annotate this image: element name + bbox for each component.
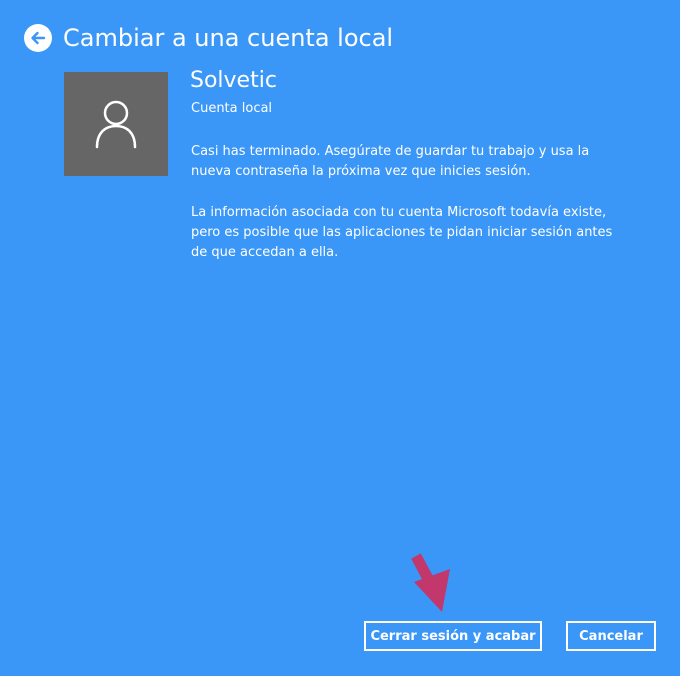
avatar xyxy=(64,72,168,176)
cancel-button[interactable]: Cancelar xyxy=(566,621,656,651)
back-arrow-icon xyxy=(31,31,46,45)
user-name: Solvetic xyxy=(190,68,277,93)
microsoft-account-info: La información asociada con tu cuenta Mi… xyxy=(191,205,613,260)
pointer-arrow-icon xyxy=(406,552,454,616)
page-title: Cambiar a una cuenta local xyxy=(63,24,394,52)
back-button[interactable] xyxy=(24,24,52,52)
account-type: Cuenta local xyxy=(191,101,273,116)
user-icon xyxy=(95,100,137,149)
sign-out-finish-button[interactable]: Cerrar sesión y acabar xyxy=(364,621,542,651)
completion-message: Casi has terminado. Asegúrate de guardar… xyxy=(191,144,590,179)
